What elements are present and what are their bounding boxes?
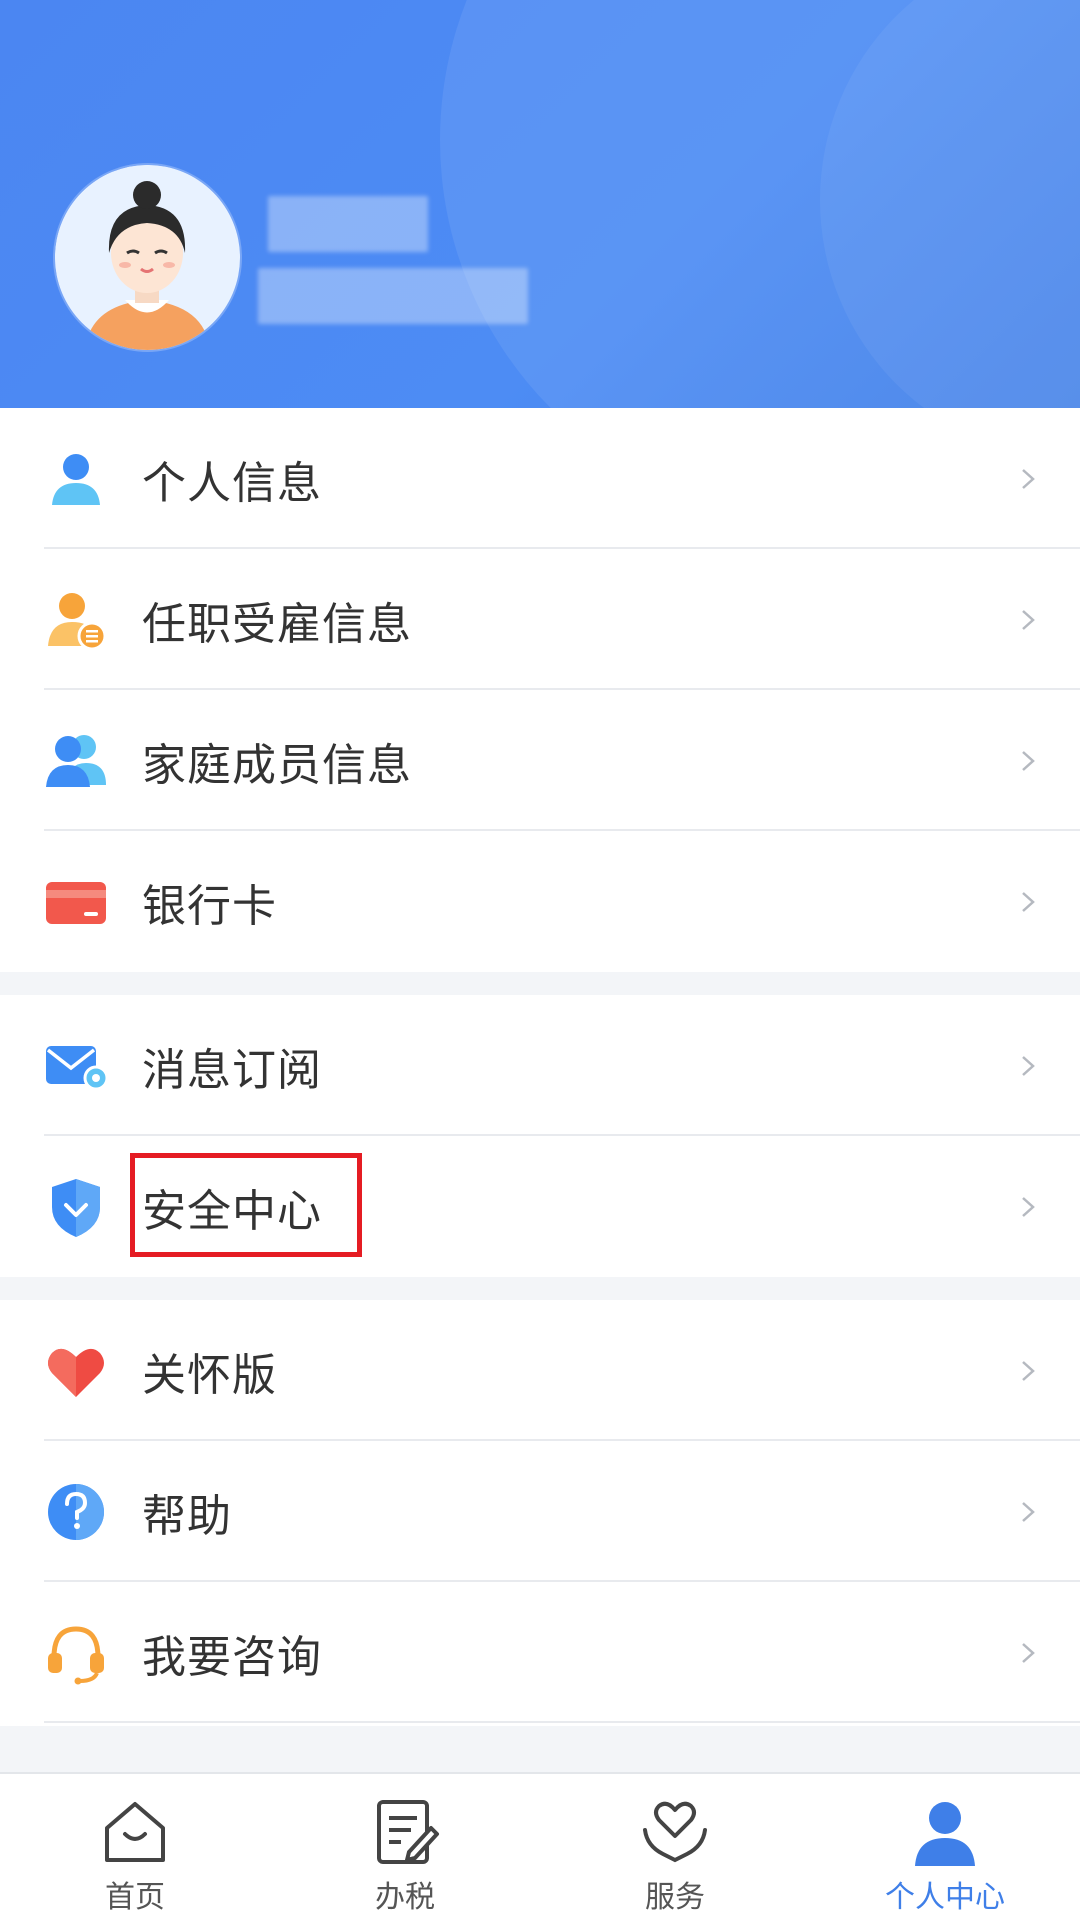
- divider: [44, 1721, 1080, 1723]
- headset-icon: [48, 1625, 104, 1684]
- bank-card-icon: [46, 881, 106, 924]
- family-icon: [46, 734, 106, 787]
- avatar[interactable]: [55, 165, 240, 350]
- mail-settings-icon: [46, 1045, 108, 1090]
- menu-item-label: 帮助: [142, 1490, 232, 1542]
- tab-tax[interactable]: 办税: [270, 1774, 540, 1920]
- menu-item-label: 家庭成员信息: [142, 739, 412, 791]
- help-icon: [48, 1483, 104, 1540]
- chevron-right-icon: [1022, 750, 1035, 771]
- chevron-right-icon: [1022, 1055, 1035, 1076]
- tab-label: 服务: [645, 1880, 705, 1915]
- heart-icon: [48, 1348, 104, 1397]
- tab-profile[interactable]: 个人中心: [810, 1774, 1080, 1920]
- chevron-right-icon: [1022, 468, 1035, 489]
- tax-form-icon: [377, 1800, 439, 1864]
- chevron-right-icon: [1022, 1642, 1035, 1663]
- menu-item-employment-info[interactable]: 任职受雇信息: [0, 549, 1080, 690]
- menu-item-care-version[interactable]: 关怀版: [0, 1300, 1080, 1441]
- profile-icon: [915, 1802, 975, 1866]
- menu-item-help[interactable]: 帮助: [0, 1441, 1080, 1582]
- user-id-blurred: [258, 268, 528, 324]
- home-icon: [105, 1802, 165, 1862]
- tab-home[interactable]: 首页: [0, 1774, 270, 1920]
- menu-item-bank-card[interactable]: 银行卡: [0, 831, 1080, 972]
- tab-label: 个人中心: [885, 1880, 1005, 1915]
- profile-page: 个人信息 任职受雇信息 家庭成员信息 银行卡 消息订阅 安全中心 关怀版 帮助 …: [0, 0, 1080, 1920]
- chevron-right-icon: [1022, 891, 1035, 912]
- menu-item-label: 任职受雇信息: [142, 598, 412, 650]
- menu-item-family-info[interactable]: 家庭成员信息: [0, 690, 1080, 831]
- chevron-right-icon: [1022, 1196, 1035, 1217]
- chevron-right-icon: [1022, 609, 1035, 630]
- menu-item-label: 关怀版: [142, 1349, 277, 1401]
- profile-header: [0, 0, 1080, 408]
- chevron-right-icon: [1022, 1360, 1035, 1381]
- menu-item-consult[interactable]: 我要咨询: [0, 1582, 1080, 1723]
- tab-service[interactable]: 服务: [540, 1774, 810, 1920]
- menu-item-label: 安全中心: [142, 1185, 322, 1237]
- service-heart-icon: [643, 1801, 707, 1863]
- shield-icon: [52, 1178, 100, 1237]
- person-icon: [52, 453, 100, 505]
- menu-section-personal: 个人信息 任职受雇信息 家庭成员信息 银行卡: [0, 408, 1080, 972]
- menu-section-support: 关怀版 帮助 我要咨询: [0, 1300, 1080, 1726]
- menu-item-label: 消息订阅: [142, 1044, 322, 1096]
- menu-item-message-subscription[interactable]: 消息订阅: [0, 995, 1080, 1136]
- tab-label: 首页: [105, 1880, 165, 1915]
- menu-item-label: 我要咨询: [142, 1631, 322, 1683]
- menu-section-settings: 消息订阅 安全中心: [0, 995, 1080, 1277]
- bottom-tab-bar: 首页 办税 服务 个人中心: [0, 1772, 1080, 1920]
- menu-item-label: 个人信息: [142, 457, 322, 509]
- chevron-right-icon: [1022, 1501, 1035, 1522]
- menu-item-security-center[interactable]: 安全中心: [0, 1136, 1080, 1277]
- employment-icon: [48, 592, 107, 650]
- avatar-illustration-icon: [55, 165, 239, 350]
- tab-label: 办税: [375, 1880, 435, 1915]
- menu-item-personal-info[interactable]: 个人信息: [0, 408, 1080, 549]
- menu-item-label: 银行卡: [142, 880, 277, 932]
- user-name-blurred: [268, 196, 428, 252]
